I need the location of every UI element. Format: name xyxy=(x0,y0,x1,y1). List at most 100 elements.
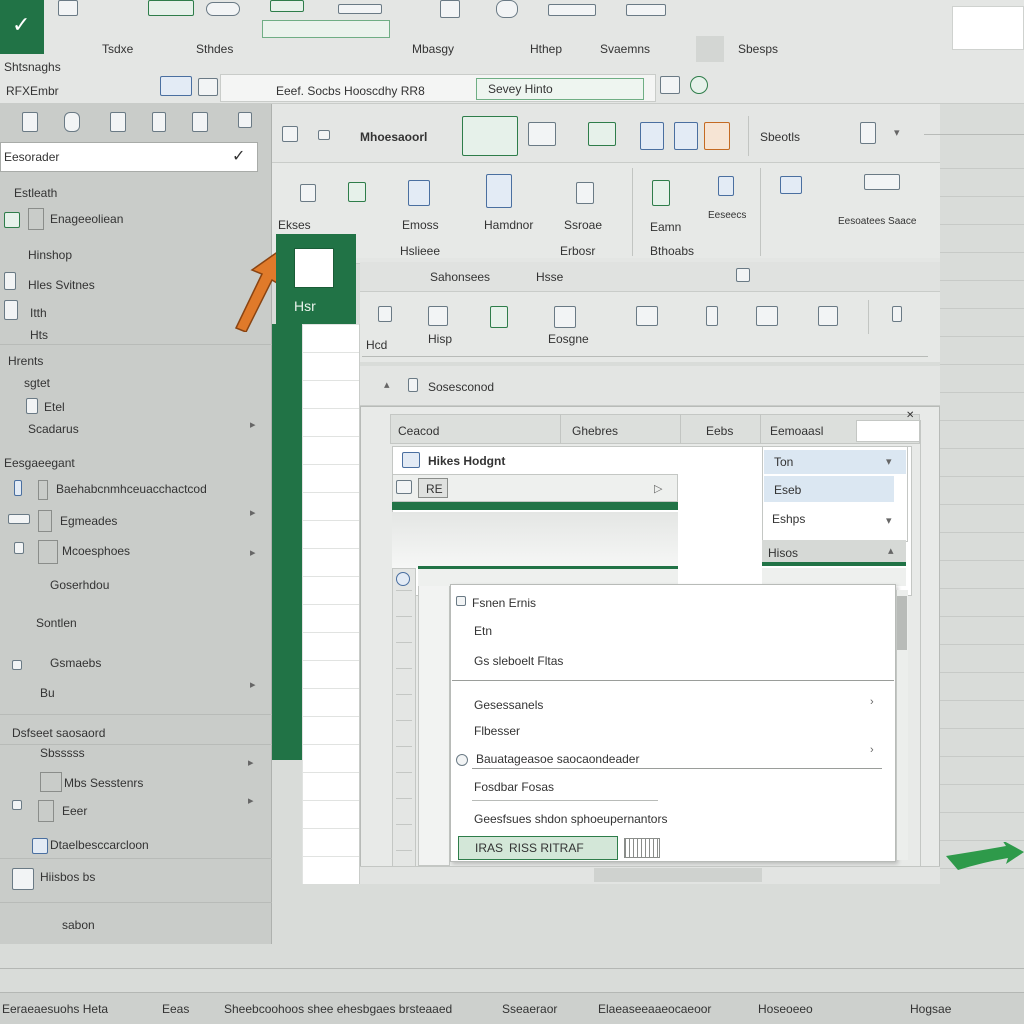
account-box[interactable] xyxy=(952,6,1024,50)
ribbon-sheet-icon[interactable] xyxy=(588,122,616,146)
group-2-icon[interactable] xyxy=(408,180,430,206)
dialog-hscroll-thumb[interactable] xyxy=(594,868,762,882)
sync-icon[interactable] xyxy=(690,76,708,94)
qat-filter-icon[interactable] xyxy=(440,0,460,18)
pane-s3-item-3[interactable]: Mcoesphoes xyxy=(62,544,130,558)
status-seg-6[interactable]: Hoseoeeo xyxy=(758,1002,813,1016)
status-seg-5[interactable]: Elaeaseeaaeocaeoor xyxy=(598,1002,711,1016)
menu-tab-5[interactable]: Svaemns xyxy=(600,42,650,56)
menu-tab-2[interactable]: Sthdes xyxy=(196,42,233,56)
menu-tab-4[interactable]: Hthep xyxy=(530,42,562,56)
dialog-close-icon[interactable]: ✕ xyxy=(906,410,914,421)
ctx-item-7[interactable]: Fosdbar Fosas xyxy=(474,780,554,794)
ribbon-img-icon[interactable] xyxy=(640,122,664,150)
group-4-icon[interactable] xyxy=(576,182,594,204)
menu-tab-3[interactable]: Mbasgy xyxy=(412,42,454,56)
status-seg-3[interactable]: Sheebcoohoos shee ehesbgaes brsteaaed xyxy=(224,1002,452,1016)
ribbon-pin-chevron[interactable]: ▾ xyxy=(894,126,900,139)
group-7-icon[interactable] xyxy=(780,176,802,194)
status-seg-7[interactable]: Hogsae xyxy=(910,1002,951,1016)
group-1-icon[interactable] xyxy=(348,182,366,202)
row3-icon-6[interactable] xyxy=(706,306,718,326)
pane-s3-chevron-3[interactable]: ▸ xyxy=(250,678,256,691)
pane-s4-chevron-2[interactable]: ▸ xyxy=(248,794,254,807)
group-label-5[interactable]: Bthoabs xyxy=(650,244,694,258)
sheet-left-column[interactable] xyxy=(302,324,360,884)
row2-pin-icon[interactable] xyxy=(736,268,750,282)
group-6-icon[interactable] xyxy=(718,176,734,196)
pane-item-5[interactable]: Itth xyxy=(30,306,47,320)
check-icon[interactable]: ✓ xyxy=(232,146,245,166)
right-list-item-2[interactable]: Eseb xyxy=(764,476,894,502)
right-list-item-4[interactable]: Hisos ▴ xyxy=(762,540,906,566)
pane-s3-item-7[interactable]: Bu xyxy=(40,686,55,700)
pane-lock-icon[interactable] xyxy=(64,112,80,132)
group-3-icon[interactable] xyxy=(486,174,512,208)
dialog-col-2[interactable]: Ghebres xyxy=(572,424,618,438)
ctx-mini-grid[interactable] xyxy=(624,838,660,858)
pane-s3-chevron-1[interactable]: ▸ xyxy=(250,506,256,519)
pane-s3-chevron-2[interactable]: ▸ xyxy=(250,546,256,559)
row3-icon-2[interactable] xyxy=(428,306,448,326)
breadcrumb[interactable]: Sosesconod xyxy=(428,380,494,394)
qat-redo-icon[interactable] xyxy=(496,0,518,18)
right-list-label-3[interactable]: Eshps xyxy=(772,512,805,526)
right-list-item-1[interactable]: Ton ▾ xyxy=(764,450,906,474)
row3-icon-3[interactable] xyxy=(490,306,508,328)
group-8-icon[interactable] xyxy=(864,174,900,190)
status-seg-4[interactable]: Sseaeraor xyxy=(502,1002,557,1016)
ctx-item-3[interactable]: Gs sleboelt Fltas xyxy=(474,654,563,668)
row3-icon-8[interactable] xyxy=(818,306,838,326)
group-label-6[interactable]: Eeseecs xyxy=(708,210,746,221)
ctx-item-5[interactable]: Flbesser xyxy=(474,724,520,738)
pane-section2-item-2[interactable]: Etel xyxy=(44,400,65,414)
group-label-3[interactable]: Ssroae xyxy=(564,218,602,232)
fx-icon[interactable] xyxy=(160,76,192,96)
breadcrumb-folder-icon[interactable] xyxy=(408,378,418,392)
group-label-4[interactable]: Eamn xyxy=(650,220,681,234)
pane-section2-chevron[interactable]: ▸ xyxy=(250,418,256,431)
dialog-row1-label[interactable]: Hikes Hodgnt xyxy=(428,454,505,468)
ctx-item-6[interactable]: Bauatageasoe saocaondeader xyxy=(476,752,639,766)
group-label-2[interactable]: Hamdnor xyxy=(484,218,533,232)
group-label-7[interactable]: Eesoatees Saace xyxy=(838,216,916,227)
row2-play-icon[interactable]: ▷ xyxy=(654,482,662,495)
excel-logo[interactable]: ✓ xyxy=(0,0,44,54)
pane-s4-item-5[interactable]: Hiisbos bs xyxy=(40,870,95,884)
ctx-item-2[interactable]: Etn xyxy=(474,624,492,638)
row3-icon-7[interactable] xyxy=(756,306,778,326)
pane-brush-icon[interactable] xyxy=(152,112,166,132)
ribbon-paste-icon[interactable] xyxy=(282,126,298,142)
group-label-1[interactable]: Emoss xyxy=(402,218,439,232)
excel-tile[interactable]: Hsr xyxy=(276,234,356,324)
pane-s4-item-4[interactable]: Dtaelbesccarcloon xyxy=(50,838,149,852)
dialog-col-input[interactable] xyxy=(856,420,920,442)
pane-s4-chevron-1[interactable]: ▸ xyxy=(248,756,254,769)
pane-item-6[interactable]: Hts xyxy=(30,328,48,342)
menu-tab-6-box[interactable] xyxy=(696,36,724,62)
ribbon-shape-icon[interactable] xyxy=(704,122,730,150)
lower-sheet[interactable] xyxy=(272,884,1024,968)
pane-copy-icon[interactable] xyxy=(110,112,126,132)
expand-icon[interactable] xyxy=(660,76,680,94)
qat-undo-icon[interactable] xyxy=(206,2,240,16)
dialog-col-3[interactable]: Eebs xyxy=(706,424,733,438)
ribbon-pin-icon[interactable] xyxy=(860,122,876,144)
pane-cut-icon[interactable] xyxy=(22,112,38,132)
pane-s3-item-5[interactable]: Sontlen xyxy=(36,616,77,630)
pane-s4-item-1[interactable]: Sbsssss xyxy=(40,746,85,760)
dialog-col-1[interactable]: Ceacod xyxy=(398,424,439,438)
qat-table-icon[interactable] xyxy=(270,0,304,12)
pane-item-3[interactable]: Hinshop xyxy=(28,248,72,262)
breadcrumb-up-icon[interactable]: ▴ xyxy=(384,378,390,391)
pane-s4-item-2[interactable]: Mbs Sesstenrs xyxy=(64,776,143,790)
group-0-icon[interactable] xyxy=(300,184,316,202)
pane-doc-icon[interactable] xyxy=(192,112,208,132)
row3-icon-1[interactable] xyxy=(378,306,392,322)
name-box[interactable]: Shtsnaghs xyxy=(4,60,61,74)
row3-icon-5[interactable] xyxy=(636,306,658,326)
dialog-col-4[interactable]: Eemoaasl xyxy=(770,424,823,438)
pane-item-1[interactable]: Estleath xyxy=(14,186,57,200)
ctx-button-1[interactable]: IRAS RISS RITRAF xyxy=(458,836,618,860)
qat-save-icon[interactable] xyxy=(58,0,78,16)
